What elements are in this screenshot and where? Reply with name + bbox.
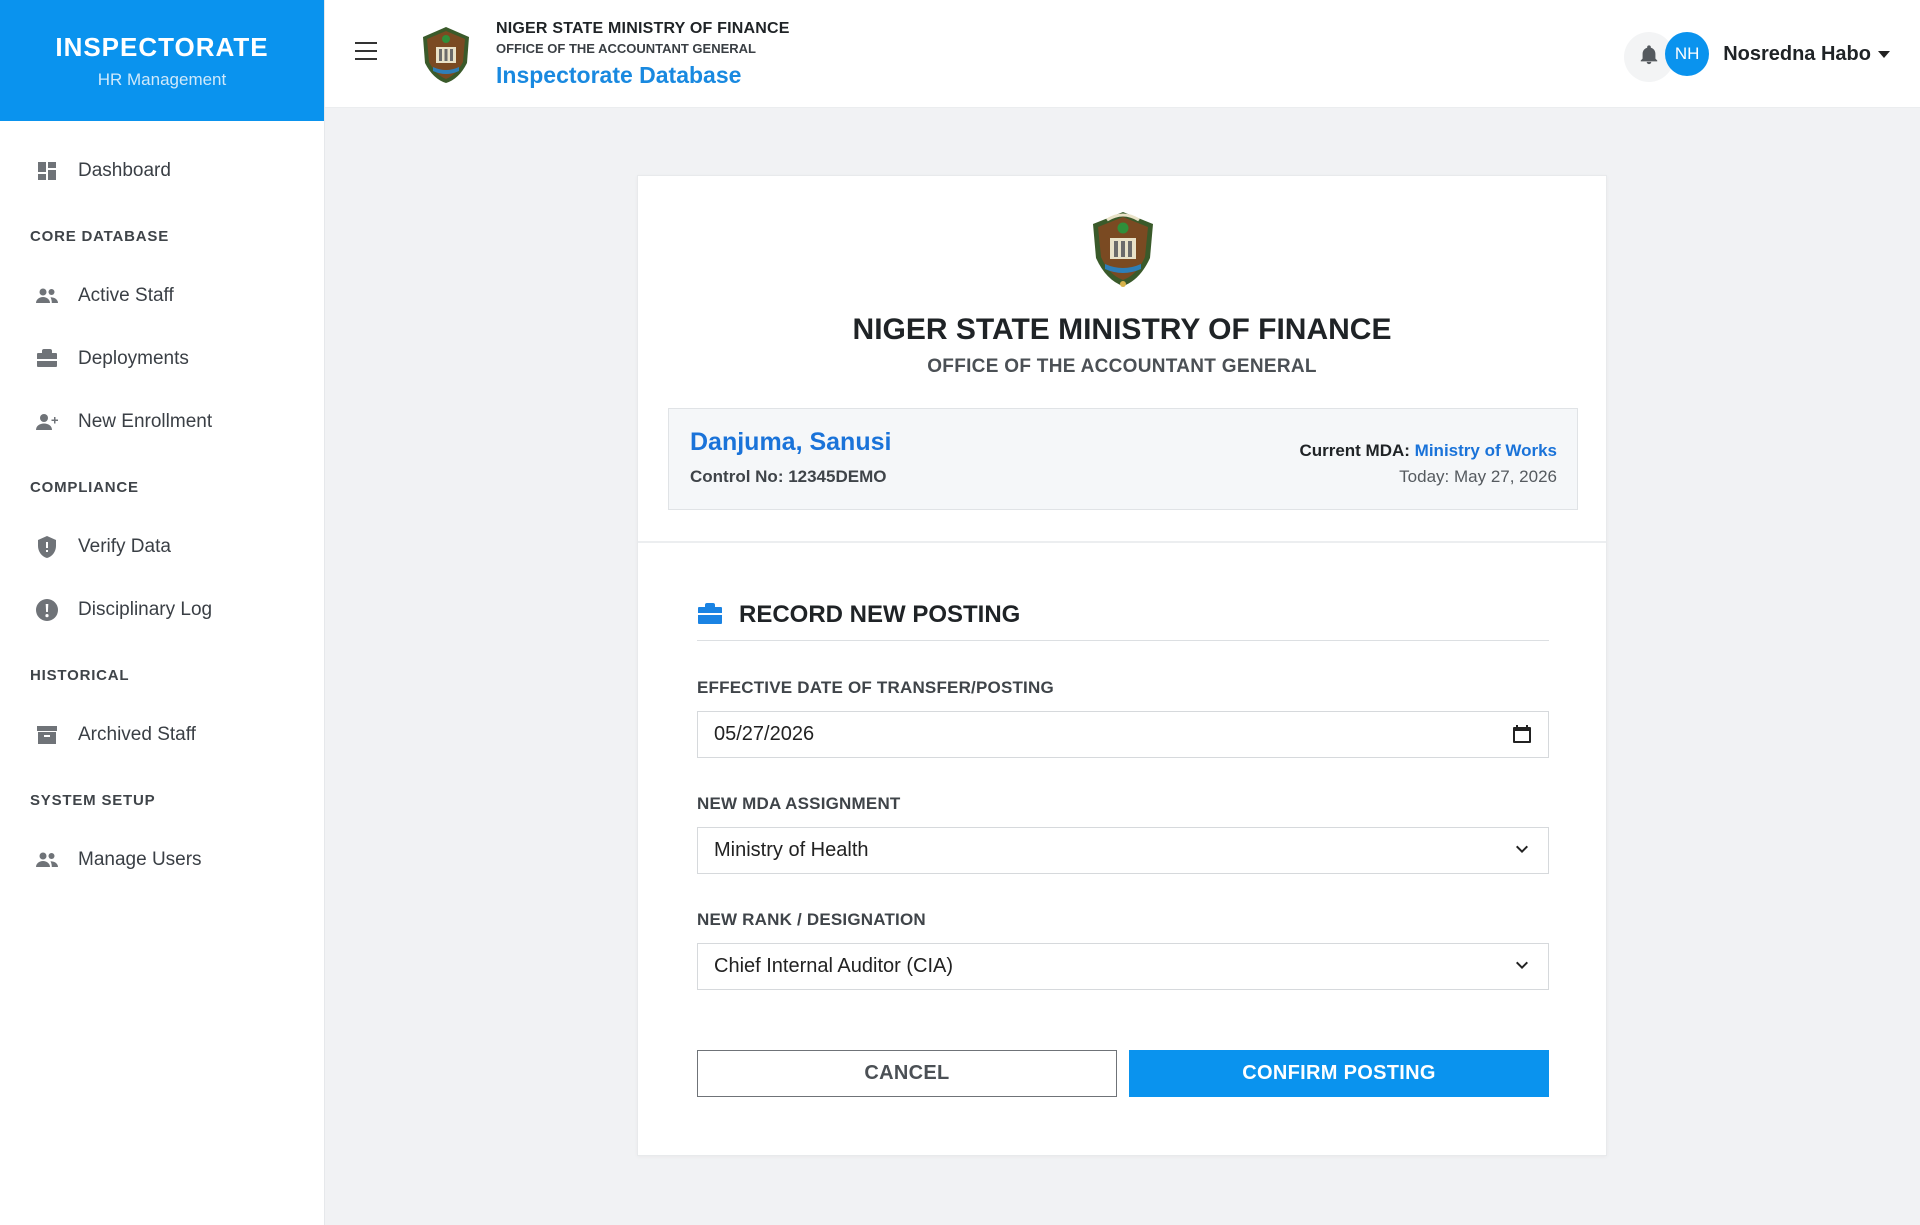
sidebar-nav: Dashboard CORE DATABASE Active Staff Dep…	[0, 121, 324, 891]
new-rank-select[interactable]: Chief Internal Auditor (CIA)	[697, 943, 1549, 990]
sidebar: INSPECTORATE HR Management Dashboard COR…	[0, 0, 325, 1225]
sidebar-item-label: Deployments	[78, 347, 189, 369]
card-subtitle: OFFICE OF THE ACCOUNTANT GENERAL	[927, 356, 1317, 377]
sidebar-item-dashboard[interactable]: Dashboard	[0, 139, 324, 202]
calendar-icon[interactable]	[1512, 724, 1532, 744]
sidebar-item-label: Active Staff	[78, 284, 174, 306]
chevron-down-icon	[1512, 840, 1532, 860]
sidebar-item-deployments[interactable]: Deployments	[0, 327, 324, 390]
sidebar-item-label: Verify Data	[78, 535, 171, 557]
sidebar-item-label: Manage Users	[78, 848, 202, 870]
nav-section-compliance: COMPLIANCE	[30, 478, 139, 496]
header-titles: NIGER STATE MINISTRY OF FINANCE OFFICE O…	[496, 20, 790, 89]
bell-icon	[1638, 44, 1660, 71]
nav-section-core-database: CORE DATABASE	[30, 227, 170, 245]
user-plus-icon	[34, 409, 60, 435]
section-title: RECORD NEW POSTING	[739, 601, 1021, 628]
state-seal-logo	[419, 25, 473, 85]
nav-section-system-setup: SYSTEM SETUP	[30, 791, 156, 809]
briefcase-icon	[697, 602, 723, 626]
sidebar-item-verify-data[interactable]: Verify Data	[0, 515, 324, 578]
alert-circle-icon	[34, 597, 60, 623]
staff-info-panel: Danjuma, Sanusi Control No: 12345DEMO Cu…	[668, 408, 1578, 510]
top-bar: NIGER STATE MINISTRY OF FINANCE OFFICE O…	[325, 0, 1920, 108]
header-office: OFFICE OF THE ACCOUNTANT GENERAL	[496, 41, 756, 56]
sidebar-item-label: Archived Staff	[78, 723, 196, 745]
current-mda-label: Current MDA:	[1299, 441, 1410, 460]
sidebar-item-archived-staff[interactable]: Archived Staff	[0, 703, 324, 766]
card-title: NIGER STATE MINISTRY OF FINANCE	[852, 313, 1392, 346]
state-seal-logo	[1087, 208, 1159, 290]
current-mda-link[interactable]: Ministry of Works	[1415, 441, 1557, 460]
confirm-posting-button[interactable]: CONFIRM POSTING	[1129, 1050, 1549, 1097]
sidebar-item-manage-users[interactable]: Manage Users	[0, 828, 324, 891]
avatar: NH	[1665, 32, 1710, 76]
nav-section-historical: HISTORICAL	[30, 666, 130, 684]
users-icon	[34, 847, 60, 873]
cancel-button[interactable]: CANCEL	[697, 1050, 1117, 1097]
chevron-down-icon	[1512, 956, 1532, 976]
today-date: Today: May 27, 2026	[1399, 467, 1557, 486]
brand[interactable]: INSPECTORATE HR Management	[0, 0, 324, 121]
divider	[638, 541, 1606, 543]
user-name: Nosredna Habo	[1723, 42, 1871, 65]
app-name[interactable]: Inspectorate Database	[496, 62, 790, 89]
users-icon	[34, 283, 60, 309]
sidebar-item-new-enrollment[interactable]: New Enrollment	[0, 390, 324, 453]
new-mda-select[interactable]: Ministry of Health	[697, 827, 1549, 874]
control-number: Control No: 12345DEMO	[690, 467, 887, 486]
caret-down-icon	[1878, 50, 1890, 58]
header-ministry: NIGER STATE MINISTRY OF FINANCE	[496, 20, 790, 37]
posting-card: NIGER STATE MINISTRY OF FINANCE OFFICE O…	[637, 175, 1607, 1156]
shield-icon	[34, 534, 60, 560]
mda-label: NEW MDA ASSIGNMENT	[697, 794, 901, 813]
date-value: 05/27/2026	[714, 723, 815, 745]
brand-subtitle: HR Management	[97, 69, 227, 89]
date-label: EFFECTIVE DATE OF TRANSFER/POSTING	[697, 678, 1054, 697]
sidebar-item-disciplinary-log[interactable]: Disciplinary Log	[0, 578, 324, 641]
hamburger-menu-icon[interactable]	[355, 42, 377, 60]
mda-value: Ministry of Health	[714, 839, 869, 861]
briefcase-icon	[34, 346, 60, 372]
sidebar-item-label: New Enrollment	[78, 410, 213, 432]
sidebar-item-label: Disciplinary Log	[78, 598, 213, 620]
effective-date-input[interactable]: 05/27/2026	[697, 711, 1549, 758]
current-mda: Current MDA: Ministry of Works	[1299, 441, 1557, 461]
staff-name[interactable]: Danjuma, Sanusi	[690, 428, 891, 457]
sidebar-item-active-staff[interactable]: Active Staff	[0, 264, 324, 327]
dashboard-icon	[34, 158, 60, 184]
brand-title: INSPECTORATE	[55, 31, 269, 62]
rank-value: Chief Internal Auditor (CIA)	[714, 955, 953, 977]
archive-icon	[34, 722, 60, 748]
sidebar-item-label: Dashboard	[78, 159, 171, 181]
user-menu[interactable]: NH Nosredna Habo	[1665, 32, 1890, 76]
rank-label: NEW RANK / DESIGNATION	[697, 910, 926, 929]
section-header: RECORD NEW POSTING	[697, 601, 1549, 641]
